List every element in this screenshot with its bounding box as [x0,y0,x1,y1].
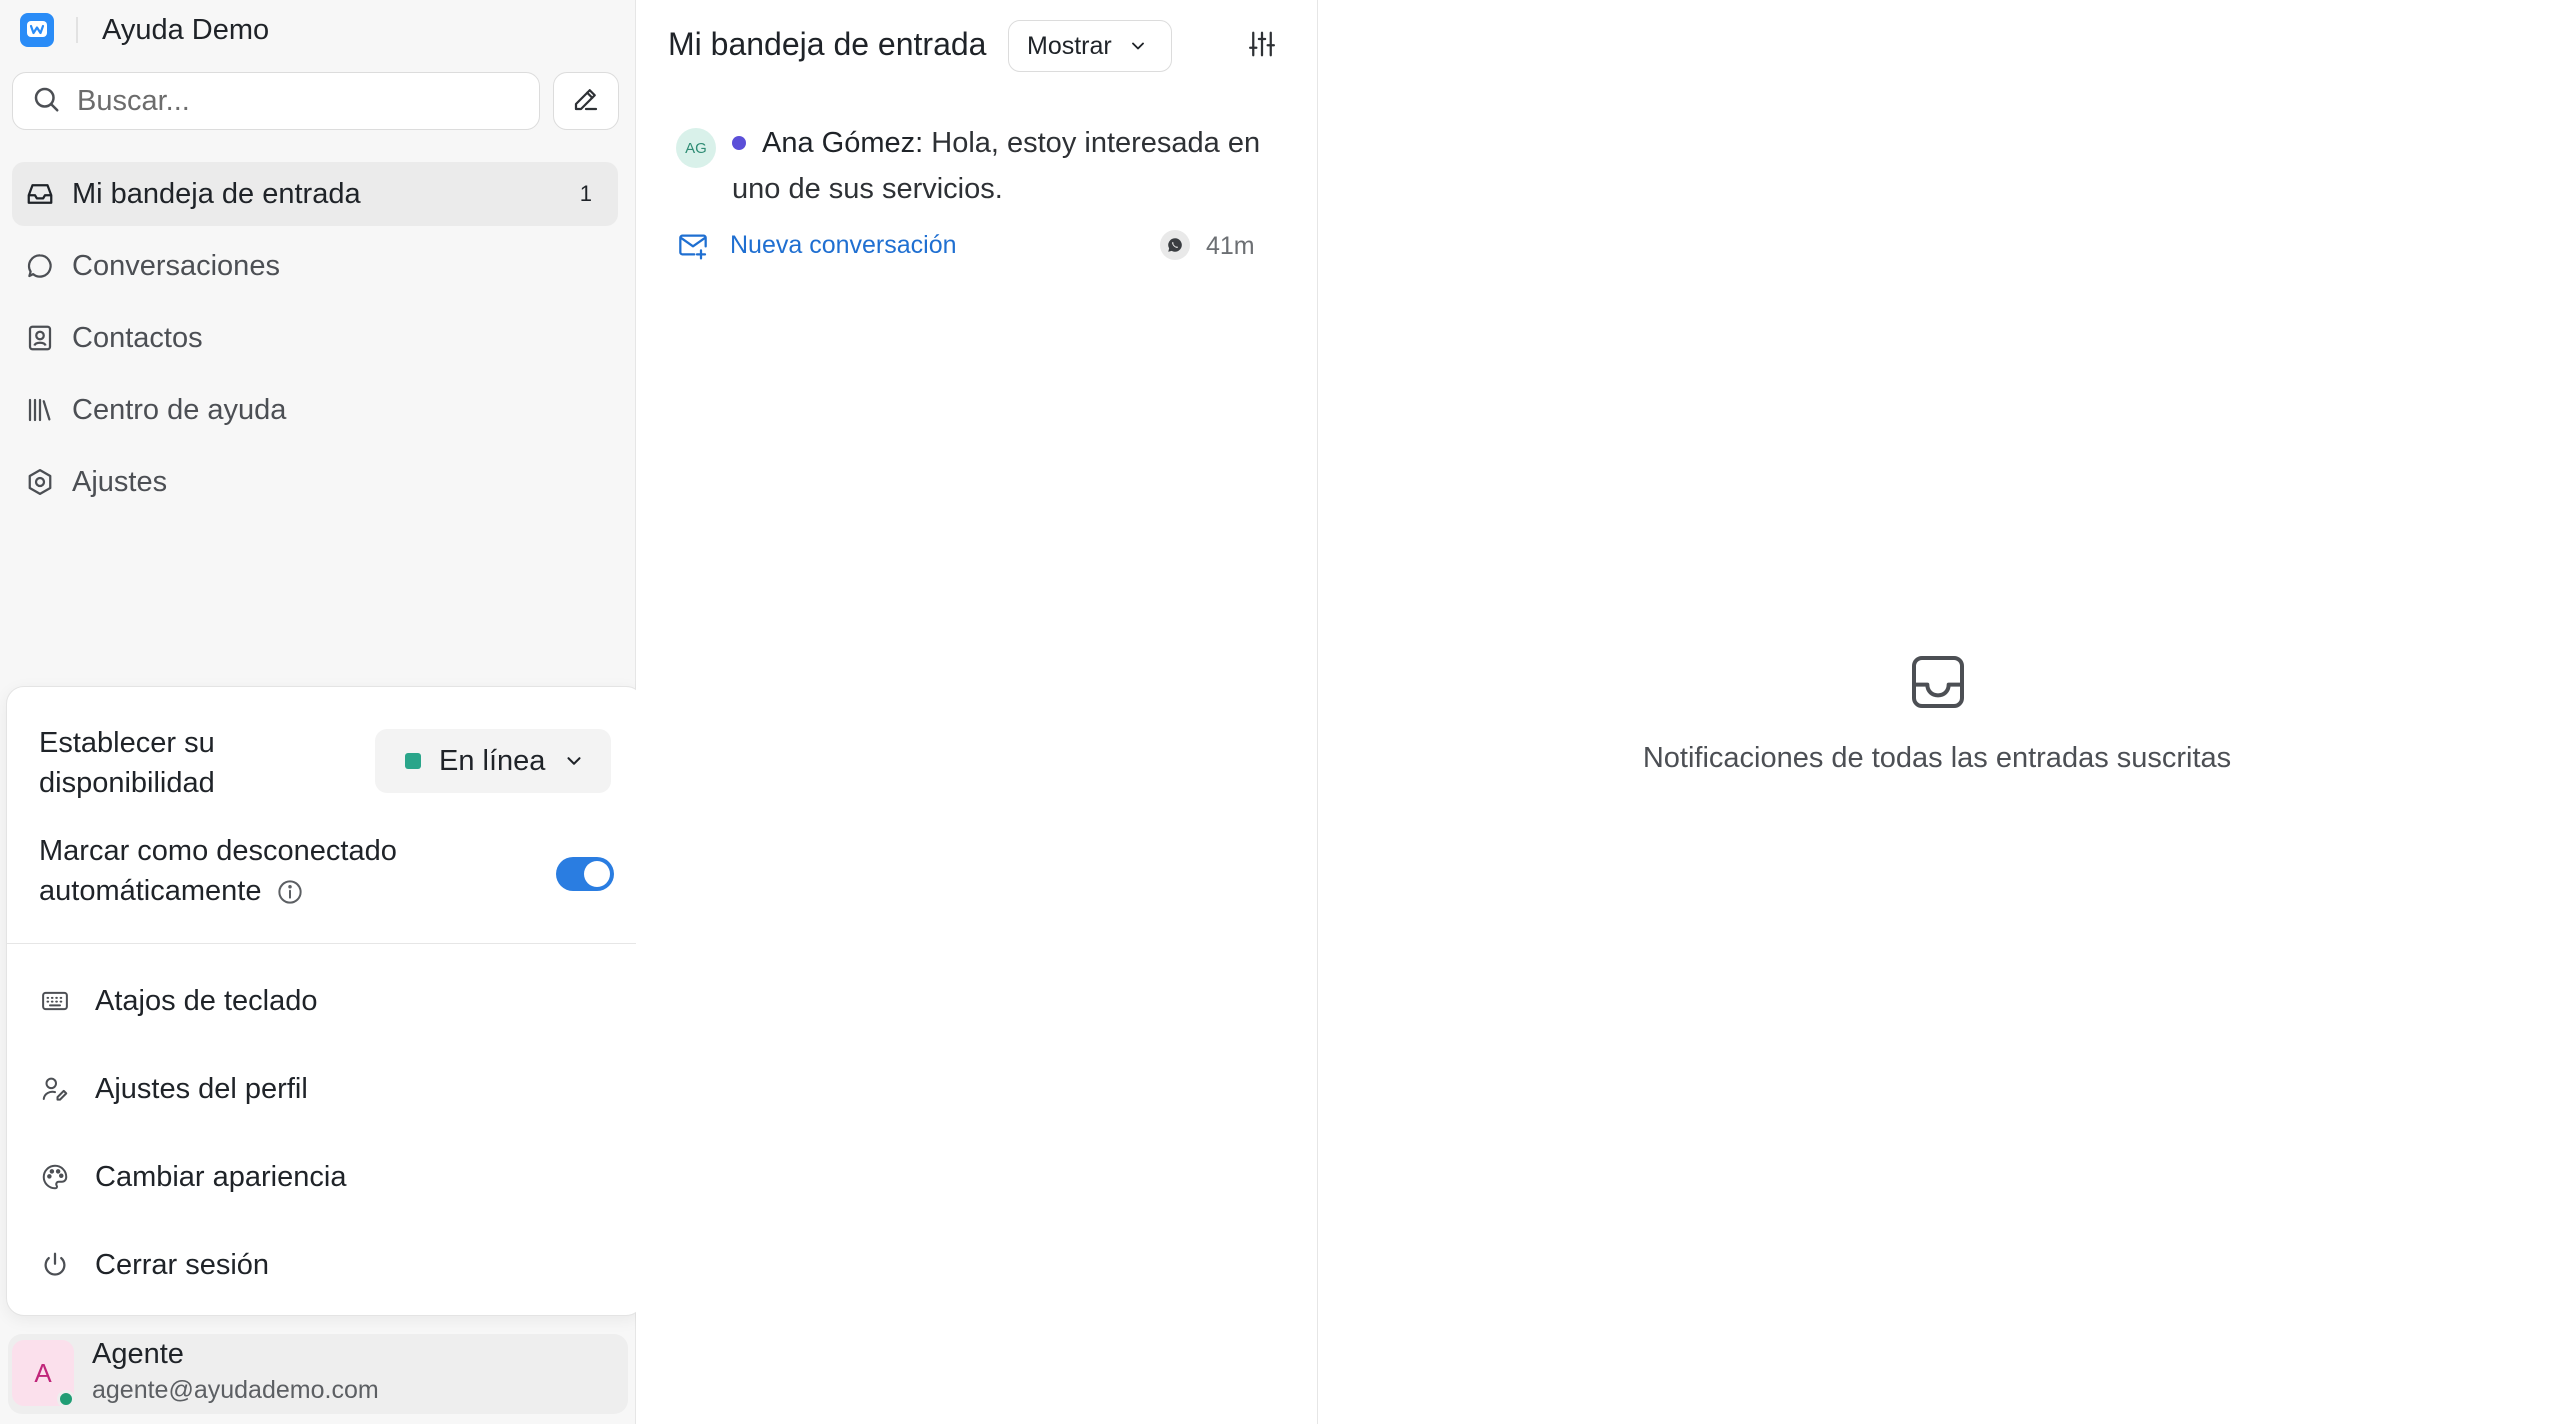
sidebar-item-inbox[interactable]: Mi bandeja de entrada 1 [12,162,618,226]
unread-count-badge: 1 [579,181,592,206]
contact-card-icon [24,322,56,354]
brand-name: Ayuda Demo [102,13,270,46]
menu-item-label: Atajos de teclado [95,984,318,1017]
user-card[interactable]: A Agente agente@ayudademo.com [8,1334,628,1414]
show-filter-button[interactable]: Mostrar [1008,20,1172,72]
compose-button[interactable] [553,72,619,130]
auto-offline-text: Marcar como desconectado automáticamente [39,835,397,907]
library-icon [24,394,56,426]
sidebar-item-help-center[interactable]: Centro de ayuda [12,378,618,442]
settings-icon [24,466,56,498]
menu-item-label: Ajustes del perfil [95,1072,308,1105]
contact-avatar: AG [676,128,716,168]
sliders-icon [1247,29,1277,64]
online-status-dot [57,1390,75,1408]
brand-divider [76,17,78,43]
conversation-status-label[interactable]: Nueva conversación [730,231,957,260]
brand-logo-icon[interactable] [20,13,54,47]
conversation-preview: Ana Gómez: Hola, estoy interesada en uno… [732,120,1292,212]
sidebar-item-conversations[interactable]: Conversaciones [12,234,618,298]
conversation-item[interactable]: AG Ana Gómez: Hola, estoy interesada en … [676,120,1292,270]
search-input[interactable] [77,84,517,118]
search-box[interactable] [12,72,540,130]
search-icon [31,84,61,119]
menu-item-keyboard-shortcuts[interactable]: Atajos de teclado [7,957,643,1045]
sidebar-item-contacts[interactable]: Contactos [12,306,618,370]
profile-menu-list: Atajos de teclado Ajustes del perfil Cam… [7,957,643,1309]
menu-item-label: Cerrar sesión [95,1248,270,1281]
filter-settings-button[interactable] [1242,26,1282,66]
divider [7,943,643,944]
info-icon[interactable] [275,877,305,907]
availability-value: En línea [439,744,546,777]
availability-select[interactable]: En línea [375,729,611,793]
sidebar-nav: Mi bandeja de entrada 1 Conversaciones C… [12,162,618,522]
brand: Ayuda Demo [20,12,269,48]
sender-name: Ana Gómez: [762,127,924,159]
chat-bubble-icon [24,250,56,282]
sidebar-item-label: Contactos [72,321,203,354]
toggle-knob [584,861,610,887]
user-name: Agente [92,1338,184,1370]
sidebar-item-label: Conversaciones [72,249,280,282]
auto-offline-label: Marcar como desconectado automáticamente [39,831,459,911]
main-panel: Notificaciones de todas las entradas sus… [1318,0,2556,1424]
sidebar-item-label: Ajustes [72,465,168,498]
show-button-label: Mostrar [1027,31,1112,60]
sidebar-item-settings[interactable]: Ajustes [12,450,618,514]
availability-label: Establecer su disponibilidad [39,727,215,799]
keyboard-icon [39,985,71,1017]
menu-item-label: Cambiar apariencia [95,1160,347,1193]
menu-item-profile-settings[interactable]: Ajustes del perfil [7,1045,643,1133]
whatsapp-icon [1160,230,1190,260]
auto-offline-toggle[interactable] [556,857,614,891]
inbox-tray-icon [1906,650,1970,714]
sidebar-item-label: Mi bandeja de entrada [72,177,361,210]
menu-item-logout[interactable]: Cerrar sesión [7,1221,643,1309]
pencil-icon [571,84,601,119]
chevron-down-icon [1128,36,1148,56]
user-email: agente@ayudademo.com [92,1376,379,1404]
profile-menu: Establecer su disponibilidad En línea Ma… [6,686,644,1316]
palette-icon [39,1161,71,1193]
page-title: Mi bandeja de entrada [668,26,987,62]
conversation-time: 41m [1206,232,1255,260]
power-icon [39,1249,71,1281]
chevron-down-icon [563,750,585,772]
empty-state-message: Notificaciones de todas las entradas sus… [1642,742,2232,774]
status-indicator [405,753,421,769]
sidebar-item-label: Centro de ayuda [72,393,287,426]
menu-item-change-appearance[interactable]: Cambiar apariencia [7,1133,643,1221]
conversation-meta: Nueva conversación 41m [676,228,1292,262]
inbox-icon [24,178,56,210]
user-edit-icon [39,1073,71,1105]
mail-plus-icon [676,228,710,262]
conversation-list-panel: Mi bandeja de entrada Mostrar AG Ana Góm… [636,0,1318,1424]
